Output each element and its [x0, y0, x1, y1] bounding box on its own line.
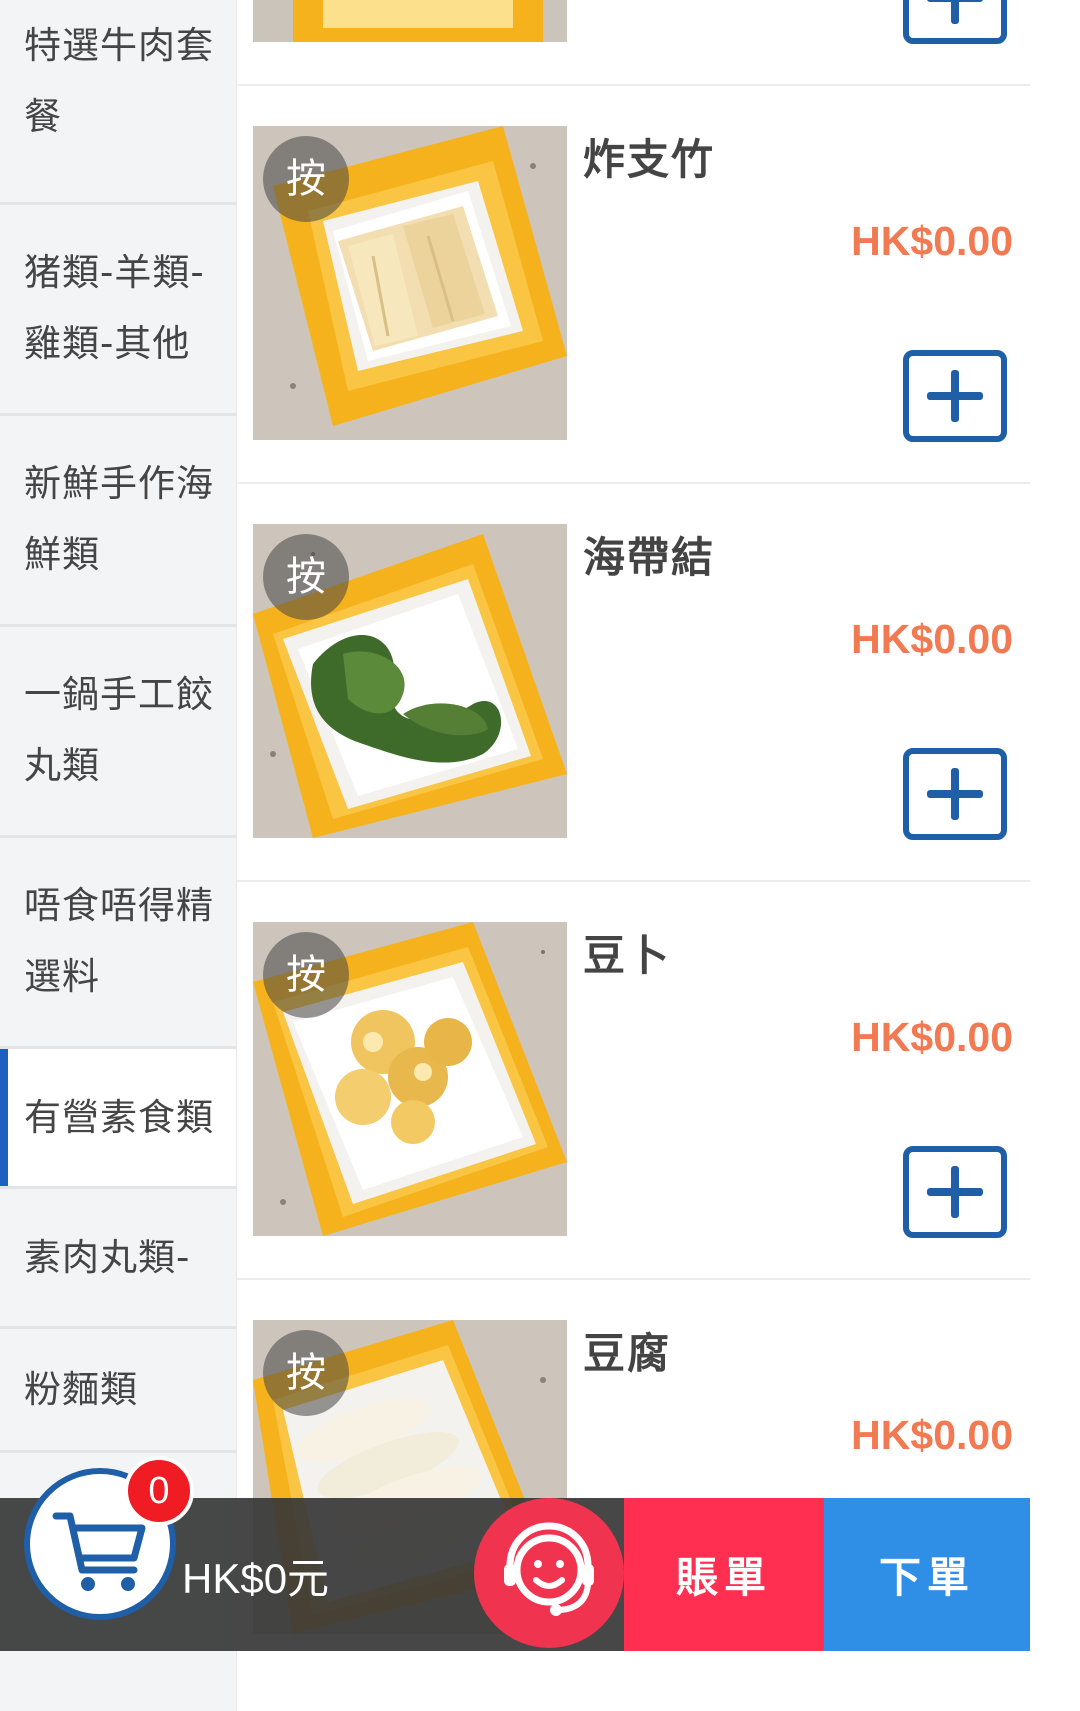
- sidebar-item-label: 粉麵類: [24, 1368, 138, 1411]
- press-badge: 按: [263, 136, 349, 222]
- press-badge: 按: [263, 932, 349, 1018]
- sidebar-item-pork-lamb-chicken[interactable]: 猪類-羊類-雞類-其他: [0, 205, 236, 416]
- product-image[interactable]: 按: [253, 922, 567, 1236]
- sidebar-item-label: 猪類-羊類-雞類-其他: [24, 251, 205, 365]
- list-item: 按 豆卜 HK$0.00: [237, 882, 1030, 1280]
- customer-service-button[interactable]: [474, 1498, 624, 1648]
- product-list: 按 炸支竹 HK$0.00 按 海帶結 HK$0.00 按 豆卜 HK$0.00…: [237, 0, 1030, 1711]
- place-order-button[interactable]: 下單: [824, 1498, 1030, 1651]
- add-to-cart-button[interactable]: [903, 350, 1007, 442]
- product-name: 海帶結: [583, 533, 716, 582]
- sidebar-item-label: 一鍋手工餃丸類: [24, 673, 214, 787]
- sidebar-item-noodles[interactable]: 粉麵類: [0, 1329, 236, 1453]
- press-badge: 按: [263, 534, 349, 620]
- sidebar-item-veg-meatballs[interactable]: 素肉丸類-: [0, 1189, 236, 1329]
- product-name: 豆卜: [583, 931, 672, 980]
- sidebar-item-label: 有營素食類: [24, 1096, 214, 1139]
- sidebar-item-label: 新鮮手作海鮮類: [24, 462, 214, 576]
- product-name: 炸支竹: [583, 135, 716, 184]
- sidebar-item-label: 唔食唔得精選料: [24, 884, 214, 998]
- product-price: HK$0.00: [851, 1014, 1013, 1060]
- sidebar-item-dumplings[interactable]: 一鍋手工餃丸類: [0, 627, 236, 838]
- list-item: 按 海帶結 HK$0.00: [237, 484, 1030, 882]
- cart-total: HK$0元: [182, 1555, 330, 1602]
- sidebar-item-label: 特選牛肉套餐: [24, 24, 214, 138]
- product-image[interactable]: 按: [253, 126, 567, 440]
- sidebar-item-vegetarian[interactable]: 有營素食類: [0, 1049, 236, 1189]
- product-price: HK$0.00: [851, 218, 1013, 264]
- list-item: 按 炸支竹 HK$0.00: [237, 86, 1030, 484]
- press-badge: 按: [263, 1330, 349, 1416]
- category-sidebar: 特選牛肉套餐 猪類-羊類-雞類-其他 新鮮手作海鮮類 一鍋手工餃丸類 唔食唔得精…: [0, 0, 236, 1711]
- product-image[interactable]: [253, 0, 567, 42]
- cart-count-badge: 0: [124, 1456, 194, 1526]
- sidebar-item-label: 素肉丸類-: [24, 1236, 191, 1279]
- sidebar-item-beef-set[interactable]: 特選牛肉套餐: [0, 0, 236, 205]
- add-to-cart-button[interactable]: [903, 0, 1007, 44]
- sidebar-item-seafood[interactable]: 新鮮手作海鮮類: [0, 416, 236, 627]
- list-item: [237, 0, 1030, 86]
- product-price: HK$0.00: [851, 1412, 1013, 1458]
- product-price: HK$0.00: [851, 616, 1013, 662]
- add-to-cart-button[interactable]: [903, 748, 1007, 840]
- sidebar-item-featured[interactable]: 唔食唔得精選料: [0, 838, 236, 1049]
- product-photo: [253, 0, 567, 42]
- product-image[interactable]: 按: [253, 524, 567, 838]
- bill-button[interactable]: 賬單: [624, 1498, 824, 1651]
- product-name: 豆腐: [583, 1329, 672, 1378]
- add-to-cart-button[interactable]: [903, 1146, 1007, 1238]
- customer-service-headset-icon: [504, 1522, 594, 1616]
